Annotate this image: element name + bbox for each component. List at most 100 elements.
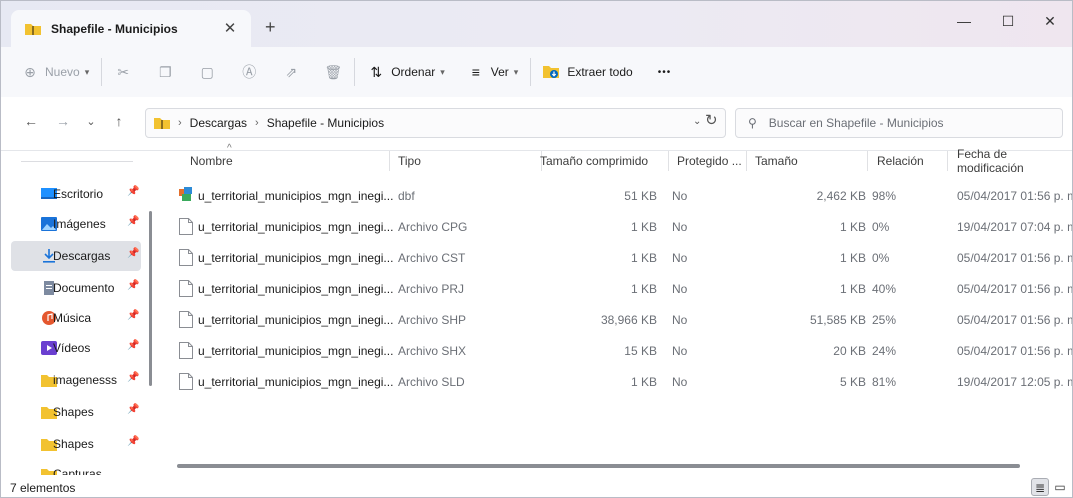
delete-button[interactable]: 🗑 bbox=[324, 57, 342, 87]
file-modified: 05/04/2017 01:56 p. m. bbox=[957, 344, 1073, 358]
file-name: u_territorial_municipios_mgn_inegi... bbox=[198, 189, 394, 203]
more-options-button[interactable]: ••• bbox=[658, 57, 672, 87]
minimize-icon[interactable]: — bbox=[941, 9, 987, 33]
column-header-tipo[interactable]: Tipo bbox=[398, 151, 421, 171]
column-header-protegido[interactable]: Protegido ... bbox=[677, 151, 742, 171]
file-ratio: 98% bbox=[872, 189, 897, 203]
horizontal-scrollbar[interactable] bbox=[177, 464, 1020, 468]
status-bar: 7 elementos ≣ ▭ bbox=[1, 475, 1072, 497]
forward-arrow-icon[interactable]: → bbox=[53, 113, 73, 129]
sort-arrows-icon: ⇅ bbox=[370, 63, 383, 80]
file-type: Archivo PRJ bbox=[398, 282, 465, 296]
up-arrow-icon[interactable]: ↑ bbox=[109, 113, 129, 129]
file-compressed-size: 1 KB bbox=[630, 220, 657, 234]
copy-button[interactable]: ❐ bbox=[156, 57, 174, 87]
paste-button[interactable]: ▢ bbox=[198, 57, 216, 87]
table-row[interactable]: u_territorial_municipios_mgn_inegi... db… bbox=[176, 181, 1072, 211]
breadcrumb-chevron-icon: › bbox=[255, 117, 259, 129]
address-bar[interactable]: › Descargas › Shapefile - Municipios bbox=[145, 108, 726, 138]
pin-icon[interactable]: 📌 bbox=[127, 186, 139, 197]
sidebar-item-label: Shapes bbox=[53, 405, 94, 419]
table-row[interactable]: u_territorial_municipios_mgn_inegi... Ar… bbox=[176, 305, 1072, 335]
column-divider[interactable] bbox=[867, 151, 868, 171]
share-button[interactable]: ⇗ bbox=[282, 57, 300, 87]
address-row: ← → ⌄ ↑ › Descargas › Shapefile - Munici… bbox=[1, 97, 1072, 151]
table-row[interactable]: u_territorial_municipios_mgn_inegi... Ar… bbox=[176, 274, 1072, 304]
column-header-nombre[interactable]: Nombre bbox=[190, 151, 233, 171]
sidebar-item-imagenes[interactable]: Imágenes 📌 bbox=[11, 209, 141, 239]
sidebar-item-documentos[interactable]: Documento 📌 bbox=[11, 273, 141, 303]
column-header-fecha-modificacion[interactable]: Fecha de modificación bbox=[957, 147, 1072, 175]
sidebar-item-descargas[interactable]: Descargas 📌 bbox=[11, 241, 141, 271]
column-divider[interactable] bbox=[947, 151, 948, 171]
sidebar-item-label: Imágenes bbox=[53, 217, 106, 231]
sidebar-item-escritorio[interactable]: Escritorio 📌 bbox=[11, 179, 141, 209]
column-header-relacion[interactable]: Relación bbox=[877, 151, 924, 171]
share-icon: ⇗ bbox=[285, 63, 298, 80]
search-placeholder: Buscar en Shapefile - Municipios bbox=[768, 116, 944, 130]
new-tab-icon[interactable]: + bbox=[265, 17, 276, 38]
sidebar-scrollbar[interactable] bbox=[149, 211, 152, 386]
breadcrumb-shapefile-municipios[interactable]: Shapefile - Municipios bbox=[267, 116, 384, 130]
file-list: ^ Nombre Tipo Tamaño comprimido Protegid… bbox=[161, 143, 1073, 461]
table-row[interactable]: u_territorial_municipios_mgn_inegi... Ar… bbox=[176, 336, 1073, 366]
file-compressed-size: 1 KB bbox=[630, 251, 657, 265]
pin-icon[interactable]: 📌 bbox=[127, 248, 139, 259]
tab-shapefile-municipios[interactable]: Shapefile - Municipios ✕ bbox=[11, 10, 251, 47]
column-divider[interactable] bbox=[746, 151, 747, 171]
maximize-icon[interactable]: ☐ bbox=[985, 9, 1031, 33]
pin-icon[interactable]: 📌 bbox=[127, 372, 139, 383]
sidebar-item-shapes[interactable]: Shapes 📌 bbox=[11, 397, 141, 427]
pin-icon[interactable]: 📌 bbox=[127, 280, 139, 291]
tiles-view-icon[interactable]: ▭ bbox=[1051, 478, 1069, 496]
details-view-icon[interactable]: ≣ bbox=[1031, 478, 1049, 496]
sidebar-item-musica[interactable]: Música 📌 bbox=[11, 303, 141, 333]
sidebar-item-label: Capturas bbox=[53, 467, 102, 475]
column-divider[interactable] bbox=[389, 151, 390, 171]
view-button[interactable]: ≡ Ver ▾ bbox=[467, 57, 519, 87]
file-compressed-size: 38,966 KB bbox=[600, 313, 657, 327]
view-lines-icon: ≡ bbox=[471, 64, 480, 80]
new-button[interactable]: ⊕ Nuevo ▾ bbox=[21, 57, 89, 87]
column-header-tamano-comprimido[interactable]: Tamaño comprimido bbox=[540, 151, 648, 171]
table-row[interactable]: u_territorial_municipios_mgn_inegi... Ar… bbox=[176, 212, 1072, 242]
file-type: Archivo SHP bbox=[398, 313, 467, 327]
toolbar-divider bbox=[101, 58, 103, 86]
search-box[interactable]: ⚲ Buscar en Shapefile - Municipios bbox=[735, 108, 1063, 138]
rename-icon: Ⓐ bbox=[242, 64, 257, 80]
toolbar-divider bbox=[354, 58, 356, 86]
cut-button[interactable]: ✂ bbox=[114, 57, 132, 87]
sort-button[interactable]: ⇅ Ordenar ▾ bbox=[367, 57, 444, 87]
file-ratio: 81% bbox=[872, 375, 897, 389]
address-dropdown-icon[interactable]: ⌄ bbox=[693, 116, 701, 127]
recent-chevron-icon[interactable]: ⌄ bbox=[81, 115, 101, 128]
table-row[interactable]: u_territorial_municipios_mgn_inegi... Ar… bbox=[176, 243, 1072, 273]
chevron-down-icon: ▾ bbox=[84, 66, 90, 77]
sidebar-item-capturas[interactable]: Capturas bbox=[11, 459, 141, 475]
file-name: u_territorial_municipios_mgn_inegi... bbox=[198, 220, 394, 234]
extract-all-button[interactable]: Extraer todo bbox=[543, 57, 633, 87]
sidebar-divider bbox=[21, 161, 133, 162]
refresh-icon[interactable]: ↻ bbox=[705, 111, 718, 129]
column-divider[interactable] bbox=[668, 151, 669, 171]
close-window-icon[interactable]: ✕ bbox=[1027, 9, 1072, 33]
sidebar-item-label: Descargas bbox=[53, 249, 111, 263]
sidebar-item-videos[interactable]: Vídeos 📌 bbox=[11, 333, 141, 363]
pin-icon[interactable]: 📌 bbox=[127, 404, 139, 415]
sidebar-item-shapes-2[interactable]: Shapes 📌 bbox=[11, 429, 141, 459]
back-arrow-icon[interactable]: ← bbox=[21, 113, 41, 129]
table-row[interactable]: u_territorial_municipios_mgn_inegi... Ar… bbox=[176, 367, 1072, 397]
breadcrumb-descargas[interactable]: Descargas bbox=[190, 116, 247, 130]
plus-circle-icon: ⊕ bbox=[24, 63, 36, 80]
column-header-tamano[interactable]: Tamaño bbox=[755, 151, 798, 171]
file-size: 51,585 KB bbox=[809, 313, 866, 327]
pin-icon[interactable]: 📌 bbox=[127, 216, 139, 227]
tab-close-icon[interactable]: ✕ bbox=[221, 19, 239, 37]
pin-icon[interactable]: 📌 bbox=[127, 310, 139, 321]
dbf-file-icon bbox=[179, 187, 192, 201]
pin-icon[interactable]: 📌 bbox=[127, 340, 139, 351]
pin-icon[interactable]: 📌 bbox=[127, 436, 139, 447]
sidebar-item-imagenesss[interactable]: imagenesss 📌 bbox=[11, 365, 141, 395]
rename-button[interactable]: Ⓐ bbox=[240, 57, 258, 87]
